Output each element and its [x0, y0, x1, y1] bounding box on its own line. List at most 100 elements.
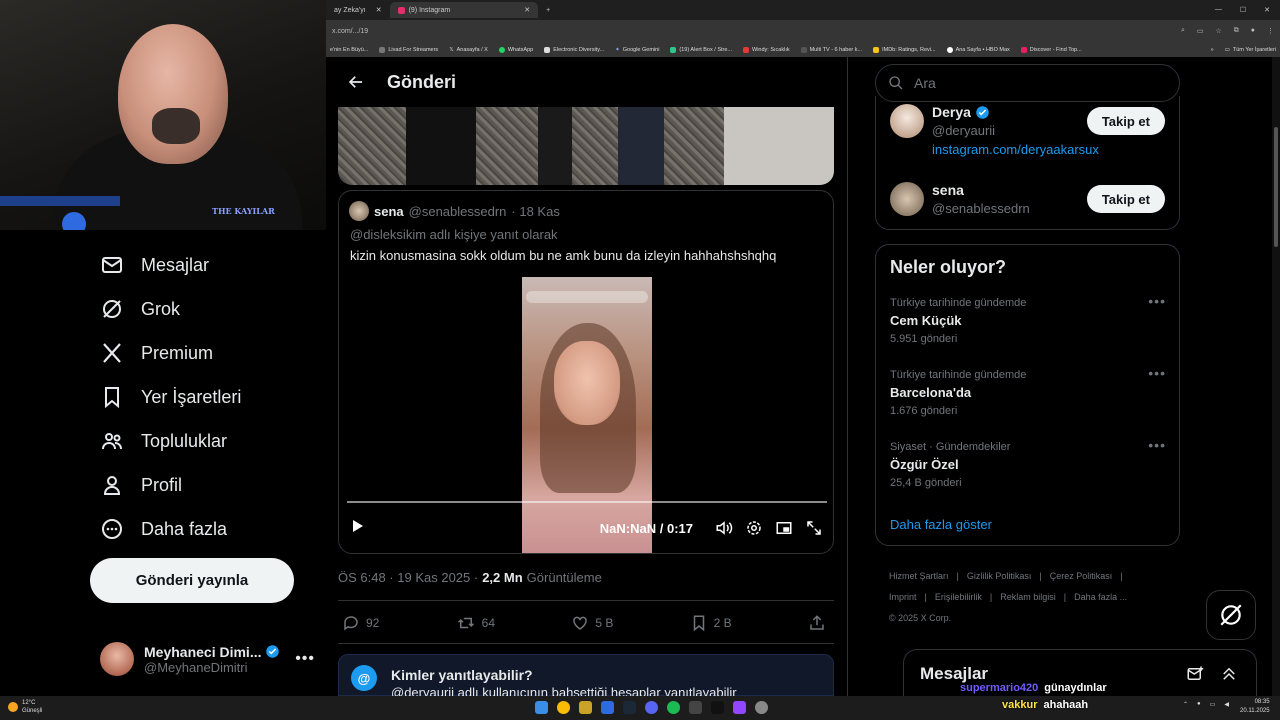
trend-item[interactable]: Türkiye tarihinde gündemde Cem Küçük 5.9… — [890, 293, 1166, 345]
app-icon[interactable] — [689, 701, 702, 714]
post-media-image[interactable] — [338, 107, 834, 185]
close-icon[interactable]: ✕ — [376, 6, 382, 14]
fullscreen-icon[interactable] — [805, 519, 823, 537]
footer-link[interactable]: Hizmet Şartları — [889, 571, 949, 581]
settings-gear-icon[interactable] — [745, 519, 763, 537]
browser-tab-active[interactable]: (9) Instagram ✕ — [389, 2, 539, 18]
app-icon[interactable] — [601, 701, 614, 714]
bookmark-button[interactable]: 2 B — [690, 614, 732, 632]
close-icon[interactable]: ✕ — [524, 6, 530, 14]
bookmark-item[interactable]: Discover - Find Top... — [1020, 46, 1082, 53]
chevron-up-double-icon[interactable] — [1220, 665, 1238, 683]
more-options-icon[interactable]: ••• — [1148, 437, 1166, 453]
zoom-icon[interactable]: ⌕ — [1181, 27, 1185, 35]
follow-suggestion[interactable]: sena @senablessedrn — [890, 182, 1030, 216]
trend-item[interactable]: Türkiye tarihinde gündemde Barcelona'da … — [890, 365, 1166, 417]
post-timestamp[interactable]: ÖS 6:48 · 19 Kas 2025 · — [338, 570, 478, 585]
post-button[interactable]: Gönderi yayınla — [90, 558, 294, 603]
steam-icon[interactable] — [623, 701, 636, 714]
nav-more[interactable]: Daha fazla — [100, 517, 227, 541]
bookmark-item[interactable]: ✦ Google Gemini — [615, 47, 659, 53]
chevron-up-icon[interactable]: ⌃ — [1183, 701, 1188, 708]
network-icon[interactable]: ▭ — [1210, 701, 1216, 708]
hbo-icon — [946, 46, 953, 53]
nav-bookmarks[interactable]: Yer İşaretleri — [100, 385, 241, 409]
url-field[interactable]: x.com/.../19 — [332, 28, 1181, 35]
more-options-icon[interactable]: ••• — [1148, 365, 1166, 381]
bookmark-item[interactable]: WhatsApp — [498, 46, 533, 53]
all-bookmarks[interactable]: ▭ Tüm Yer İşaretleri — [1225, 47, 1276, 53]
extensions-icon[interactable]: ⧉ — [1234, 27, 1239, 35]
scrollbar[interactable] — [1272, 57, 1280, 696]
spotify-icon[interactable] — [667, 701, 680, 714]
bookmark-item[interactable]: Electronic Diversity... — [544, 46, 604, 53]
clock[interactable]: 08:35 20.11.2025 — [1240, 698, 1270, 716]
maximize-icon[interactable]: ☐ — [1240, 6, 1246, 14]
nav-messages[interactable]: Mesajlar — [100, 253, 209, 277]
back-arrow-icon[interactable] — [336, 73, 376, 91]
browser-tab[interactable]: ay Zeka'yı ✕ — [326, 2, 390, 18]
trend-item[interactable]: Siyaset · Gündemdekiler Özgür Özel 25,4 … — [890, 437, 1166, 489]
play-icon[interactable] — [349, 518, 365, 539]
footer-link[interactable]: Erişilebilirlik — [935, 592, 982, 602]
new-tab-button[interactable]: + — [538, 2, 558, 18]
like-button[interactable]: 5 B — [571, 614, 613, 632]
footer-link[interactable]: Daha fazla ... — [1074, 592, 1127, 602]
bookmark-item[interactable]: Livad For Streamers — [379, 46, 438, 53]
video-player[interactable]: NaN:NaN / 0:17 — [339, 273, 833, 553]
quoted-post[interactable]: sena @senablessedrn · 18 Kas @disleksiki… — [338, 190, 834, 554]
footer-link[interactable]: Imprint — [889, 592, 917, 602]
volume-icon[interactable] — [715, 519, 733, 537]
minimize-icon[interactable]: — — [1215, 6, 1222, 14]
bookmark-item[interactable]: (19) Alert Box / Stre... — [670, 46, 732, 53]
follow-button[interactable]: Takip et — [1086, 107, 1165, 135]
star-icon[interactable]: ☆ — [1215, 27, 1221, 35]
app-icon[interactable] — [711, 701, 724, 714]
profile-icon[interactable]: ● — [1251, 27, 1255, 35]
nav-profile[interactable]: Profil — [100, 473, 182, 497]
video-progress-bar[interactable] — [347, 501, 827, 503]
bookmark-item[interactable]: IMDb: Ratings, Revi... — [873, 46, 936, 53]
bookmark-item[interactable]: e'nin En Büyü... — [330, 47, 368, 53]
streaming-app-icon[interactable] — [733, 701, 746, 714]
more-options-icon[interactable]: ••• — [295, 650, 315, 668]
follow-suggestion-info: Derya @deryaurii instagram.com/deryaakar… — [932, 104, 1099, 157]
reply-button[interactable]: 92 — [342, 614, 379, 632]
account-switcher[interactable]: Meyhaneci Dimi... @MeyhaneDimitri ••• — [100, 636, 315, 682]
bookmark-item[interactable]: Multi TV - 6 haber k... — [800, 46, 862, 53]
nav-grok[interactable]: Grok — [100, 297, 180, 321]
bookmark-label: e'nin En Büyü... — [330, 46, 369, 53]
footer-link[interactable]: Çerez Politikası — [1050, 571, 1113, 581]
share-button[interactable] — [808, 614, 826, 632]
follow-button[interactable]: Takip et — [1086, 185, 1165, 213]
bookmark-item[interactable]: Ana Sayfa • HBO Max — [946, 46, 1010, 53]
menu-icon[interactable]: ⋮ — [1267, 27, 1274, 35]
app-icon[interactable] — [755, 701, 768, 714]
microphone-icon[interactable]: ● — [1197, 701, 1201, 708]
close-window-icon[interactable]: ✕ — [1264, 6, 1270, 14]
footer-link[interactable]: Reklam bilgisi — [1000, 592, 1056, 602]
bookmark-item[interactable]: 𝕏 Anasayfa / X — [449, 47, 488, 53]
file-explorer-icon[interactable] — [579, 701, 592, 714]
follow-suggestion-link[interactable]: instagram.com/deryaakarsux — [932, 142, 1099, 157]
footer-link[interactable]: Gizlilik Politikası — [967, 571, 1032, 581]
webcam-light-bar — [0, 196, 120, 206]
weather-widget[interactable]: 12°C Güneşli — [8, 699, 42, 715]
bookmarks-overflow[interactable]: » — [1211, 47, 1214, 53]
nav-premium[interactable]: Premium — [100, 341, 213, 365]
chrome-icon[interactable] — [557, 701, 570, 714]
volume-icon[interactable]: ◀ — [1224, 701, 1229, 708]
nav-communities[interactable]: Topluluklar — [100, 429, 227, 453]
cast-icon[interactable]: ▭ — [1197, 27, 1204, 35]
show-more-link[interactable]: Daha fazla göster — [890, 517, 992, 532]
repost-button[interactable]: 64 — [456, 614, 495, 632]
bookmark-item[interactable]: Windy: Sıcaklık — [743, 46, 790, 53]
picture-in-picture-icon[interactable] — [775, 519, 793, 537]
windows-start-icon[interactable] — [535, 701, 548, 714]
more-options-icon[interactable]: ••• — [1148, 293, 1166, 309]
discord-icon[interactable] — [645, 701, 658, 714]
scrollbar-thumb[interactable] — [1274, 127, 1278, 247]
follow-suggestion[interactable]: Derya @deryaurii instagram.com/deryaakar… — [890, 104, 1099, 157]
new-message-icon[interactable] — [1186, 665, 1204, 683]
grok-floating-button[interactable] — [1206, 590, 1256, 640]
